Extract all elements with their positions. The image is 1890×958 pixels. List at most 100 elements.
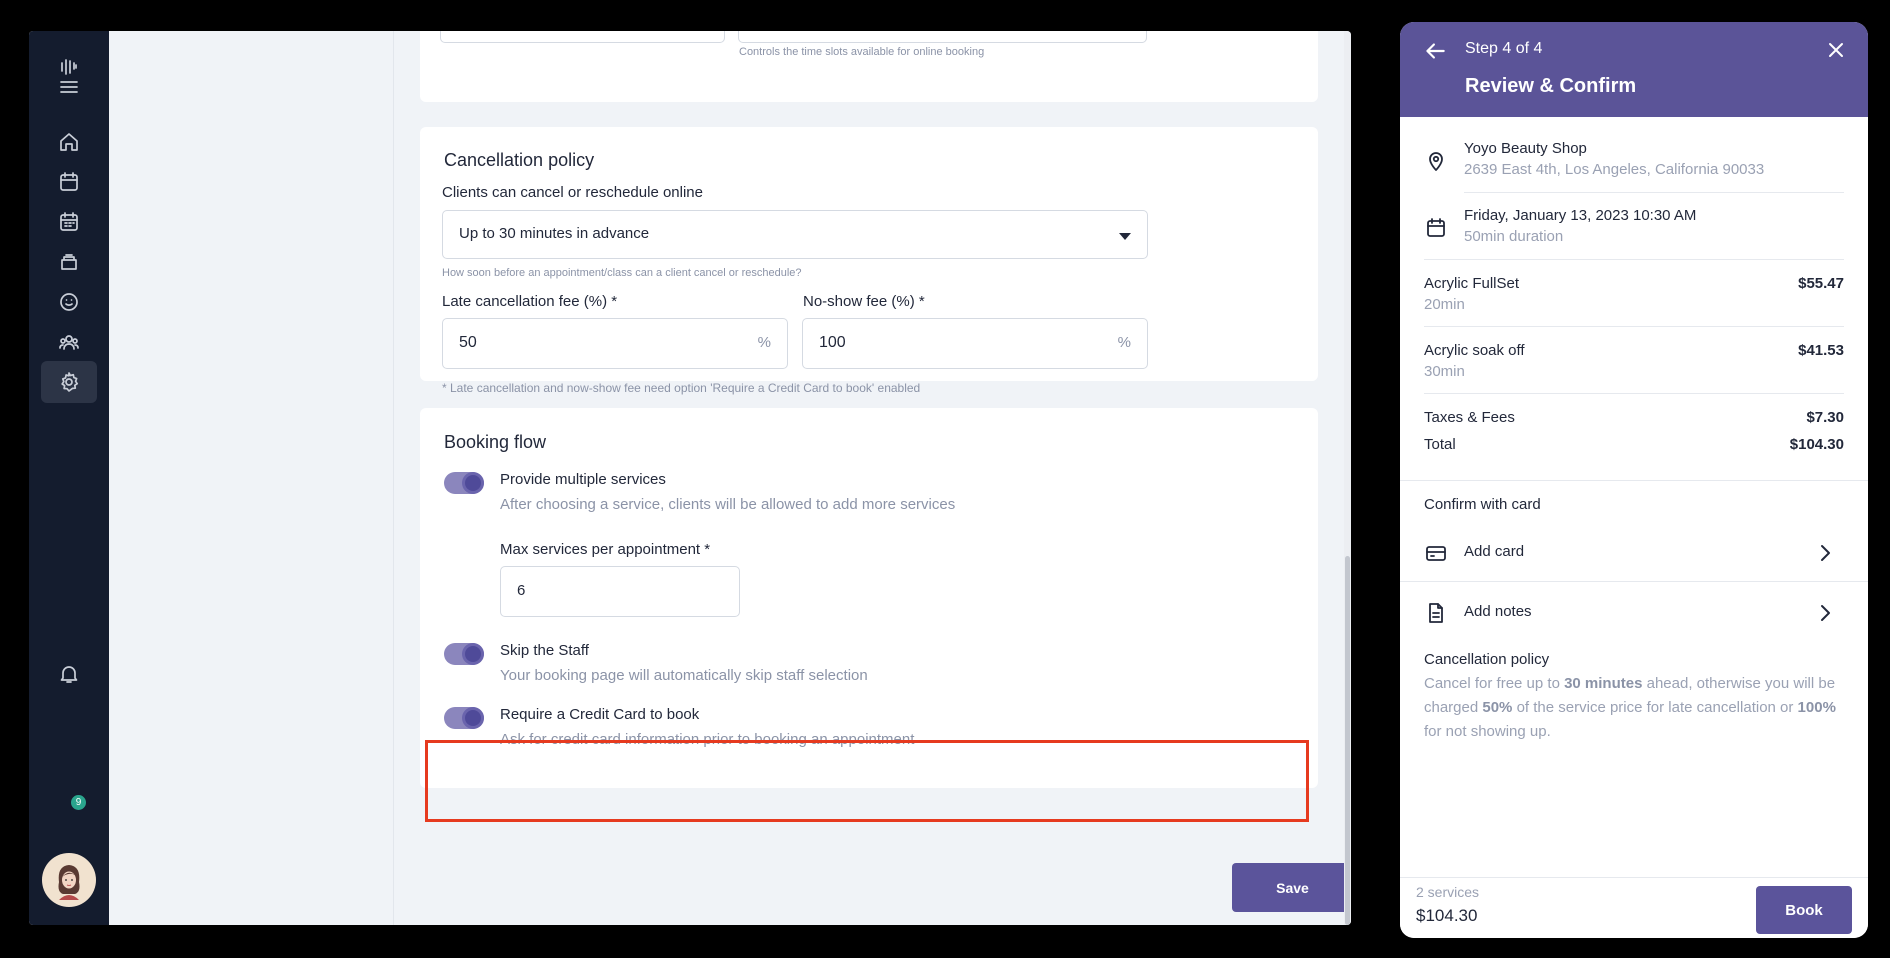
credit-card-icon [1424,541,1448,565]
option-title: Skip the Staff [500,642,589,659]
page-title: Review & Confirm [1465,75,1637,97]
calendar-icon[interactable] [41,161,97,203]
late-fee-label: Late cancellation fee (%) * [442,293,618,310]
late-fee-input[interactable]: 50 % [442,318,788,369]
no-show-label: No-show fee (%) * [803,293,925,310]
slot-input-left[interactable] [440,31,725,43]
divider [1424,393,1844,394]
booking-flow-card: Booking flow Provide multiple services A… [420,408,1318,788]
book-button[interactable]: Book [1756,886,1852,934]
policy-emphasis: 30 minutes [1564,675,1643,692]
settings-gear-icon[interactable] [41,361,97,403]
home-icon[interactable] [41,121,97,163]
appointment-duration: 50min duration [1464,228,1564,245]
service-price: $41.53 [1798,342,1844,359]
policy-emphasis: 50% [1482,699,1513,716]
step-indicator: Step 4 of 4 [1465,40,1543,57]
highlight-box [425,740,1309,822]
no-show-value: 100 [819,334,846,351]
toggle-require-credit-card[interactable] [444,707,484,729]
toggle-knob [465,710,481,726]
booking-preview-panel: Step 4 of 4 Review & Confirm Yoyo Beauty… [1400,22,1868,938]
service-duration: 20min [1424,296,1465,313]
chevron-right-icon[interactable] [1816,542,1834,564]
policy-text-part: for not showing up. [1424,723,1551,740]
option-title: Require a Credit Card to book [500,706,700,723]
cancellation-policy-card: Cancellation policy Clients can cancel o… [420,127,1318,395]
footer-total: $104.30 [1416,906,1478,925]
toggle-multiple-services[interactable] [444,472,484,494]
policy-text-part: of the service price for late cancellati… [1512,699,1798,716]
location-pin-icon [1424,149,1448,173]
cancel-select-hint: How soon before an appointment/class can… [442,267,802,279]
late-fee-value: 50 [459,334,477,351]
option-desc: Your booking page will automatically ski… [500,667,868,684]
appointment-datetime: Friday, January 13, 2023 10:30 AM [1464,207,1697,224]
service-price: $55.47 [1798,275,1844,292]
menu-icon[interactable] [41,66,97,108]
sidebar: 9 [29,31,109,925]
add-card-button[interactable]: Add card [1464,543,1524,560]
slots-hint: Controls the time slots available for on… [739,46,985,58]
divider [1400,581,1868,582]
booking-slots-card: Controls the time slots available for on… [420,31,1318,102]
no-show-fee-input[interactable]: 100 % [802,318,1148,369]
toggle-skip-staff[interactable] [444,643,484,665]
service-duration: 30min [1424,363,1465,380]
max-services-label: Max services per appointment * [500,541,711,558]
total-value: $104.30 [1789,436,1844,453]
services-count: 2 services [1416,884,1480,900]
option-desc: After choosing a service, clients will b… [500,496,956,513]
divider [1424,259,1844,260]
preview-header: Step 4 of 4 Review & Confirm [1400,22,1868,117]
policy-title: Cancellation policy [1424,651,1550,668]
max-services-value: 6 [517,582,526,599]
toggle-knob [465,646,481,662]
confirm-card-label: Confirm with card [1424,496,1541,513]
shop-name: Yoyo Beauty Shop [1464,140,1587,157]
inventory-icon[interactable] [41,241,97,283]
shop-address: 2639 East 4th, Los Angeles, California 9… [1464,161,1765,178]
booking-flow-title: Booking flow [444,432,547,452]
scrollbar-thumb[interactable] [1345,556,1350,925]
cancel-window-select[interactable]: Up to 30 minutes in advance [442,210,1148,259]
policy-emphasis: 100% [1797,699,1836,716]
policy-text: Cancel for free up to 30 minutes ahead, … [1424,672,1844,744]
calendar-icon [1424,216,1448,240]
avatar[interactable] [42,853,96,907]
taxes-label: Taxes & Fees [1424,409,1515,426]
policy-text-part: Cancel for free up to [1424,675,1565,692]
notification-badge: 9 [71,795,86,810]
team-icon[interactable] [41,321,97,363]
slot-input-right[interactable] [738,31,1147,43]
divider [1400,480,1868,481]
cancel-select-label: Clients can cancel or reschedule online [442,184,703,201]
schedule-grid-icon[interactable] [41,201,97,243]
chevron-down-icon [1119,233,1131,240]
secondary-panel [109,31,394,925]
percent-suffix: % [1117,334,1131,351]
bell-icon[interactable] [41,653,97,695]
main-window: 9 Controls the time slots available for … [29,31,1351,925]
notes-document-icon [1424,601,1448,625]
preview-body: Yoyo Beauty Shop 2639 East 4th, Los Ange… [1400,117,1868,877]
add-notes-button[interactable]: Add notes [1464,603,1532,620]
save-button[interactable]: Save [1232,863,1351,912]
percent-suffix: % [757,334,771,351]
settings-content: Controls the time slots available for on… [394,31,1351,925]
service-name: Acrylic FullSet [1424,275,1520,292]
divider [1424,326,1844,327]
divider [1464,192,1844,193]
preview-footer: 2 services $104.30 Book [1400,877,1868,938]
total-label: Total [1424,436,1456,453]
close-icon[interactable] [1824,38,1848,62]
fee-note: * Late cancellation and now-show fee nee… [442,381,921,395]
max-services-input[interactable]: 6 [500,566,740,617]
service-name: Acrylic soak off [1424,342,1525,359]
taxes-value: $7.30 [1806,409,1844,426]
cancellation-title: Cancellation policy [444,150,595,170]
back-arrow-icon[interactable] [1422,38,1448,64]
option-title: Provide multiple services [500,471,666,488]
smiley-icon[interactable] [41,281,97,323]
chevron-right-icon[interactable] [1816,602,1834,624]
